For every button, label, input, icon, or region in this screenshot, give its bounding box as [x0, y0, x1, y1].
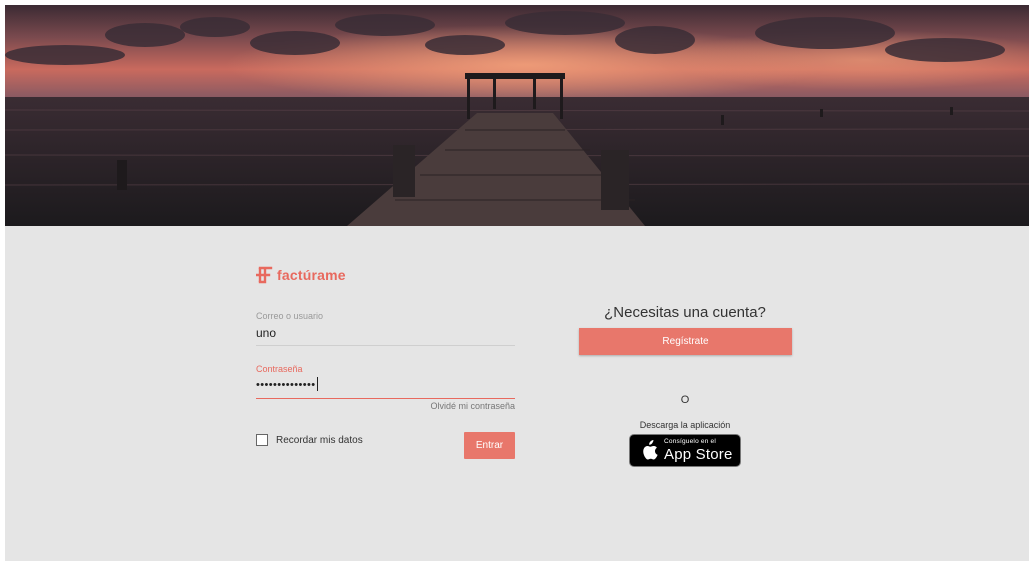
email-field[interactable]: uno	[256, 326, 276, 340]
password-value: ••••••••••••••	[256, 379, 316, 391]
login-panel: factúrame Correo o usuario uno Contraseñ…	[5, 226, 1029, 561]
or-separator: O	[680, 394, 690, 406]
register-button[interactable]: Regístrate	[579, 328, 792, 355]
email-underline	[256, 345, 515, 346]
brand-logo[interactable]: factúrame	[256, 266, 346, 284]
password-field[interactable]: ••••••••••••••	[256, 377, 318, 391]
download-app-text: Descarga la aplicación	[639, 420, 731, 430]
pier-sunset-image	[5, 5, 1029, 226]
appstore-big-text: App Store	[664, 446, 733, 464]
remember-me[interactable]: Recordar mis datos	[256, 434, 363, 446]
signup-heading: ¿Necesitas una cuenta?	[604, 304, 766, 321]
appstore-text: Consíguelo en el App Store	[664, 437, 733, 464]
page-frame: factúrame Correo o usuario uno Contraseñ…	[5, 5, 1029, 561]
email-label: Correo o usuario	[256, 311, 324, 321]
password-label: Contraseña	[256, 364, 303, 374]
appstore-badge[interactable]: Consíguelo en el App Store	[629, 434, 741, 467]
password-underline	[256, 398, 515, 399]
forgot-password-link[interactable]: Olvidé mi contraseña	[405, 401, 515, 411]
login-button[interactable]: Entrar	[464, 432, 515, 459]
remember-label: Recordar mis datos	[276, 434, 363, 446]
text-caret	[316, 377, 318, 391]
remember-checkbox[interactable]	[256, 434, 268, 446]
apple-icon	[643, 440, 658, 460]
brand-name: factúrame	[277, 267, 346, 283]
hero-image	[5, 5, 1029, 226]
appstore-small-text: Consíguelo en el	[664, 437, 716, 445]
factura-logo-icon	[256, 266, 273, 284]
